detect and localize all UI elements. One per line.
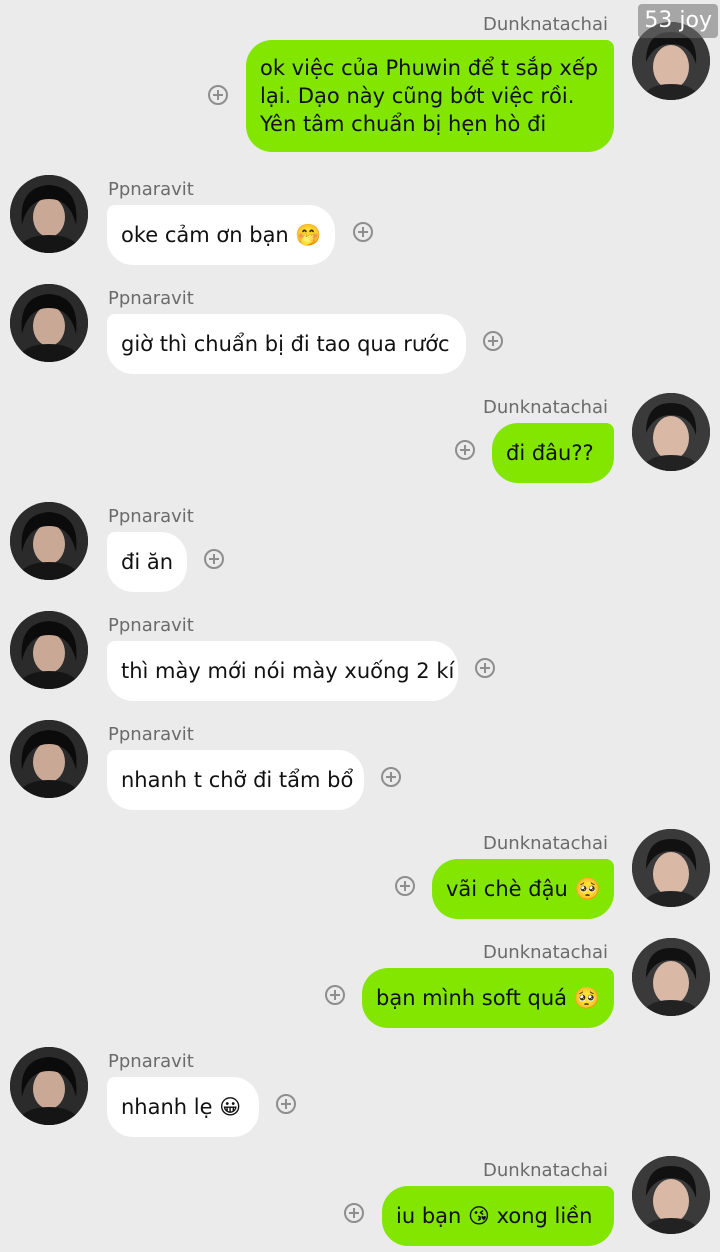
add-reaction-icon[interactable] [483,331,503,351]
sender-name: Dunknatachai [483,397,608,418]
message-line: lại. Dạo này cũng bớt việc rồi. [260,84,575,108]
add-reaction-icon[interactable] [395,876,415,896]
sender-name: Dunknatachai [483,14,608,35]
message-row: Ppnaravit nhanh lẹ 😀 [0,1047,720,1139]
message-row: Ppnaravit nhanh t chỡ đi tẩm bổ [0,720,720,812]
avatar[interactable] [632,938,710,1016]
avatar[interactable] [10,284,88,362]
sender-name: Ppnaravit [108,724,194,745]
message-line: ok việc của Phuwin để t sắp xếp [260,56,599,80]
avatar[interactable] [10,502,88,580]
message-bubble[interactable]: oke cảm ơn bạn 🤭 [107,205,335,265]
message-row: Ppnaravit oke cảm ơn bạn 🤭 [0,175,720,267]
message-bubble[interactable]: nhanh lẹ 😀 [107,1077,259,1137]
message-row: Ppnaravit giờ thì chuẩn bị đi tao qua rư… [0,284,720,376]
message-bubble[interactable]: đi ăn [107,532,187,592]
avatar[interactable] [632,829,710,907]
avatar[interactable] [10,611,88,689]
avatar[interactable] [10,720,88,798]
avatar[interactable] [10,175,88,253]
sender-name: Dunknatachai [483,1160,608,1181]
add-reaction-icon[interactable] [455,440,475,460]
message-row: Dunknatachai vãi chè đậu 🥺 [0,829,720,921]
message-row: Ppnaravit đi ăn [0,502,720,594]
message-bubble[interactable]: giờ thì chuẩn bị đi tao qua rước [107,314,466,374]
sender-name: Ppnaravit [108,506,194,527]
sender-name: Dunknatachai [483,833,608,854]
sender-name: Ppnaravit [108,615,194,636]
message-bubble[interactable]: đi đâu?? [492,423,614,483]
add-reaction-icon[interactable] [208,85,228,105]
story-badge: 53 joy [638,4,718,38]
message-bubble[interactable]: thì mày mới nói mày xuống 2 kí [107,641,458,701]
add-reaction-icon[interactable] [344,1203,364,1223]
add-reaction-icon[interactable] [276,1094,296,1114]
message-bubble[interactable]: vãi chè đậu 🥺 [432,859,614,919]
sender-name: Ppnaravit [108,1051,194,1072]
avatar[interactable] [10,1047,88,1125]
add-reaction-icon[interactable] [475,658,495,678]
message-row: Dunknatachai ok việc của Phuwin để t sắp… [0,14,720,156]
chat-thread[interactable]: Dunknatachai ok việc của Phuwin để t sắp… [0,0,720,1252]
message-row: Dunknatachai đi đâu?? [0,393,720,485]
sender-name: Ppnaravit [108,179,194,200]
message-bubble[interactable]: iu bạn 😘 xong liền [382,1186,614,1246]
add-reaction-icon[interactable] [204,549,224,569]
message-bubble[interactable]: nhanh t chỡ đi tẩm bổ [107,750,364,810]
add-reaction-icon[interactable] [325,985,345,1005]
sender-name: Dunknatachai [483,942,608,963]
add-reaction-icon[interactable] [353,222,373,242]
message-bubble[interactable]: ok việc của Phuwin để t sắp xếp lại. Dạo… [246,40,614,152]
message-row: Dunknatachai iu bạn 😘 xong liền [0,1156,720,1248]
add-reaction-icon[interactable] [381,767,401,787]
avatar[interactable] [632,1156,710,1234]
message-row: Dunknatachai bạn mình soft quá 🥺 [0,938,720,1030]
avatar[interactable] [632,393,710,471]
message-line: Yên tâm chuẩn bị hẹn hò đi [260,112,547,136]
message-row: Ppnaravit thì mày mới nói mày xuống 2 kí [0,611,720,703]
sender-name: Ppnaravit [108,288,194,309]
message-bubble[interactable]: bạn mình soft quá 🥺 [362,968,614,1028]
